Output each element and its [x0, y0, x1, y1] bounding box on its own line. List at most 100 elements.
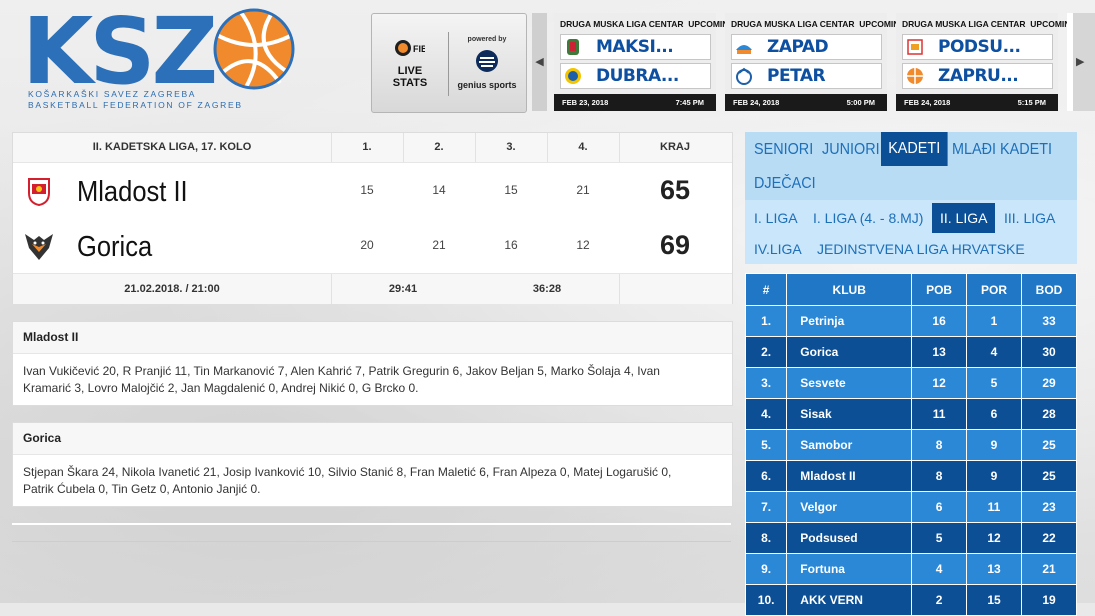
tab-iii-liga[interactable]: III. LIGA	[1004, 210, 1055, 226]
quarter-header: 3.	[506, 141, 516, 153]
points: 29	[1020, 367, 1078, 399]
club-name[interactable]: Sisak	[786, 398, 913, 430]
game-card[interactable]: DRUGA MUSKA LIGA CENTAR UPCOMING PODSU..…	[896, 13, 1077, 111]
team-row: Gorica 20 21 16 12 69	[13, 218, 732, 273]
fiba-icon: FIBA	[395, 40, 434, 56]
genius-sports-label: genius sports	[457, 80, 517, 90]
rank: 3.	[744, 367, 788, 399]
table-row[interactable]: 5. Samobor 8 9 25	[744, 429, 1078, 461]
table-row[interactable]: 3. Sesvete 12 5 29	[744, 367, 1078, 399]
table-row[interactable]: 9. Fortuna 4 13 21	[744, 553, 1078, 585]
tab-djecaci[interactable]: DJEČACI	[754, 175, 816, 193]
club-name[interactable]: Gorica	[786, 336, 913, 368]
losses: 9	[966, 460, 1022, 492]
tab-seniori[interactable]: SENIORI	[754, 141, 813, 159]
losses: 15	[966, 584, 1022, 616]
tab-i-liga-4-8[interactable]: I. LIGA (4. - 8.MJ)	[813, 210, 923, 226]
quarter-score: 20	[360, 238, 374, 252]
category-tabs: SENIORI JUNIORI KADETI MLAĐI KADETI DJEČ…	[745, 132, 1077, 200]
game-header-row: II. KADETSKA LIGA, 17. KOLO 1. 2. 3. 4. …	[13, 133, 732, 163]
wins: 6	[911, 491, 968, 523]
team-crest-icon	[736, 67, 752, 85]
rank: 1.	[744, 305, 788, 337]
rank: 10.	[744, 584, 788, 616]
game-card-home: ZAPAD	[731, 34, 882, 60]
rank: 2.	[744, 336, 788, 368]
table-row[interactable]: 8. Podsused 5 12 22	[744, 522, 1078, 554]
points: 22	[1020, 522, 1078, 554]
tab-i-liga[interactable]: I. LIGA	[754, 210, 798, 226]
club-name[interactable]: AKK VERN	[786, 584, 913, 616]
club-name[interactable]: Mladost II	[786, 460, 913, 492]
col-points: BOD	[1020, 273, 1078, 306]
ticker-prev-button[interactable]: ◀	[532, 13, 547, 111]
logo-subtitle-hr: KOŠARKAŠKI SAVEZ ZAGREBA	[28, 89, 197, 99]
points: 25	[1020, 429, 1078, 461]
rank: 6.	[744, 460, 788, 492]
quarter-score: 21	[576, 183, 590, 197]
game-card[interactable]: DRUGA MUSKA LIGA CENTAR UPCOMING ZAPAD P…	[725, 13, 906, 111]
game-card-league: DRUGA MUSKA LIGA CENTAR UPCOMING	[902, 19, 1078, 29]
game-card-home: PODSU...	[902, 34, 1053, 60]
team-crest-icon	[567, 39, 579, 55]
game-round-title: II. KADETSKA LIGA, 17. KOLO	[92, 141, 252, 153]
losses: 6	[966, 398, 1022, 430]
fiba-live-stats-link[interactable]: FIBA LIVE STATS powered by genius sports	[371, 13, 527, 113]
tab-iv-liga[interactable]: IV.LIGA	[754, 241, 802, 257]
game-score-box: II. KADETSKA LIGA, 17. KOLO 1. 2. 3. 4. …	[12, 132, 733, 304]
losses: 4	[966, 336, 1022, 368]
losses: 9	[966, 429, 1022, 461]
table-row[interactable]: 2. Gorica 13 4 30	[744, 336, 1078, 368]
quarter-score: 16	[504, 238, 518, 252]
ksz-logo[interactable]: KSZ KOŠARKAŠKI SAVEZ ZAGREBA BASKETBALL …	[22, 0, 302, 110]
team-name[interactable]: Gorica	[77, 231, 152, 264]
losses: 12	[966, 522, 1022, 554]
roster-players: Ivan Vukičević 20, R Pranjić 11, Tin Mar…	[23, 364, 660, 395]
tab-ii-liga[interactable]: II. LIGA	[932, 203, 996, 233]
divider	[12, 541, 731, 542]
club-name[interactable]: Samobor	[786, 429, 913, 461]
table-row[interactable]: 6. Mladost II 8 9 25	[744, 460, 1078, 492]
game-card-away: PETAR	[731, 63, 882, 89]
ksz-logo-mark: KSZ	[22, 0, 295, 105]
tab-jedinstvena-liga[interactable]: JEDINSTVENA LIGA HRVATSKE	[817, 241, 1025, 257]
quarter-score: 14	[432, 183, 446, 197]
club-name[interactable]: Fortuna	[786, 553, 913, 585]
game-datetime: 21.02.2018. / 21:00	[124, 283, 220, 295]
points: 30	[1020, 336, 1078, 368]
points: 19	[1020, 584, 1078, 616]
genius-sports-icon	[476, 50, 498, 72]
table-row[interactable]: 4. Sisak 11 6 28	[744, 398, 1078, 430]
logo-subtitle-en: BASKETBALL FEDERATION OF ZAGREB	[28, 100, 243, 110]
club-name[interactable]: Podsused	[786, 522, 913, 554]
team-name[interactable]: Mladost II	[77, 176, 188, 209]
roster-team-title: Mladost II	[13, 322, 732, 354]
game-card-league: DRUGA MUSKA LIGA CENTAR UPCOMING	[731, 19, 907, 29]
table-row[interactable]: 7. Velgor 6 11 23	[744, 491, 1078, 523]
quarter-header: 1.	[362, 141, 372, 153]
club-name[interactable]: Sesvete	[786, 367, 913, 399]
table-row[interactable]: 10. AKK VERN 2 15 19	[744, 584, 1078, 616]
losses: 1	[966, 305, 1022, 337]
points: 21	[1020, 553, 1078, 585]
halftime-score: 29:41	[388, 283, 418, 295]
tab-kadeti[interactable]: KADETI	[881, 132, 948, 166]
table-row[interactable]: 1. Petrinja 16 1 33	[744, 305, 1078, 337]
rank: 4.	[744, 398, 788, 430]
rank: 7.	[744, 491, 788, 523]
points: 25	[1020, 460, 1078, 492]
wins: 4	[911, 553, 968, 585]
quarter-header: 4.	[578, 141, 588, 153]
live-stats-label: LIVE STATS	[392, 65, 428, 89]
club-name[interactable]: Petrinja	[786, 305, 913, 337]
team-crest-icon	[736, 45, 752, 54]
roster-box: Mladost II Ivan Vukičević 20, R Pranjić …	[12, 321, 733, 406]
points: 33	[1020, 305, 1078, 337]
team-row: Mladost II 15 14 15 21 65	[13, 163, 732, 218]
game-card[interactable]: DRUGA MUSKA LIGA CENTAR UPCOMING MAKSI..…	[554, 13, 735, 111]
tab-juniori[interactable]: JUNIORI	[822, 141, 880, 159]
ticker-next-button[interactable]: ▶	[1067, 13, 1095, 111]
tab-mladi-kadeti[interactable]: MLAĐI KADETI	[952, 141, 1052, 159]
final-header: KRAJ	[660, 141, 690, 153]
club-name[interactable]: Velgor	[786, 491, 913, 523]
